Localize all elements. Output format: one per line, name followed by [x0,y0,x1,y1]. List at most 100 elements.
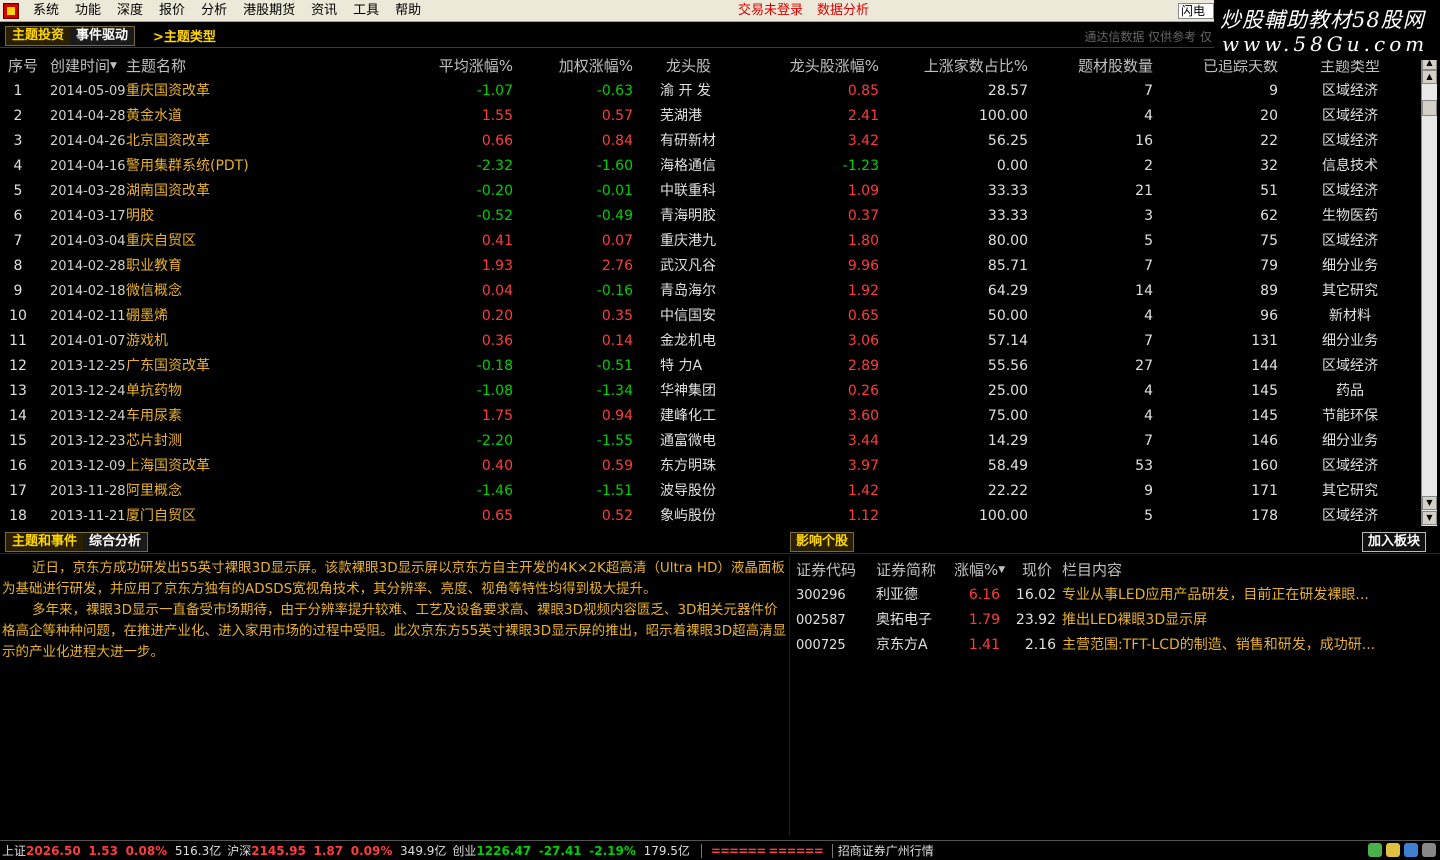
table-cell-leader-pct: 0.85 [847,83,879,99]
col-stock-price[interactable]: 现价 [1022,558,1066,583]
scroll-thumb[interactable] [1422,100,1437,116]
table-cell-count: 7 [1144,83,1153,99]
table-row[interactable]: 2 2014-04-28 黄金水道 1.55 0.57 芜湖港 2.41 100.00 4 20 区… [0,104,1420,129]
add-block-button[interactable]: 加入板块 [1362,532,1427,552]
table-row[interactable]: 4 2014-04-16 警用集群系统(PDT) -2.32 -1.60 海格通信 -1.2… [0,154,1420,179]
index-change: 1.53 [88,844,118,858]
table-cell-date: 2014-04-16 [50,159,126,174]
col-wavg[interactable]: 加权涨幅% [520,54,633,79]
menu-tools[interactable]: 工具 [345,0,387,22]
settings-icon[interactable] [1422,843,1436,857]
table-cell-leader: 金龙机电 [660,333,716,349]
table-cell-wavg: -0.16 [596,283,633,299]
table-cell-avg: -1.46 [476,483,513,499]
col-date[interactable]: 创建时间▼ [50,54,120,79]
table-cell-type: 其它研究 [1322,283,1378,299]
table-row[interactable]: 3 2014-04-26 北京国资改革 0.66 0.84 有研新材 3.42 56.25 16… [0,129,1420,154]
stock-row[interactable]: 300296 利亚德 6.16 16.02 专业从事LED应用产品研发，目前正在研发裸眼… [790,583,1430,608]
table-row[interactable]: 13 2013-12-24 单抗药物 -1.08 -1.34 华神集团 0.26 25.00 4… [0,379,1420,404]
table-row[interactable]: 10 2014-02-11 硼墨烯 0.20 0.35 中信国安 0.65 50.00 4 96 新… [0,304,1420,329]
table-cell-days: 20 [1260,108,1278,124]
table-cell-ratio: 56.25 [987,133,1028,149]
message-icon[interactable] [1404,843,1418,857]
col-seq[interactable]: 序号 [8,54,40,79]
table-cell-count: 53 [1135,458,1153,474]
app-logo-icon[interactable] [3,2,19,19]
table-cell-leader: 海格通信 [660,158,716,174]
col-stock-name[interactable]: 证券简称 [876,558,956,583]
col-stock-pct-label: 涨幅% [954,561,999,579]
table-cell-date: 2014-02-28 [50,259,126,274]
col-ratio[interactable]: 上涨家数占比% [900,54,1028,79]
index-chinext[interactable]: 创业1226.47 -27.41 -2.19% 179.5亿 [452,842,690,859]
tab-comprehensive-analysis[interactable]: 综合分析 [83,533,148,551]
scroll-bottom-icon[interactable]: ▼ [1422,496,1437,510]
col-leader-pct[interactable]: 龙头股涨幅% [760,54,879,79]
table-cell-name: 明胶 [126,208,154,224]
menu-system[interactable]: 系统 [25,0,67,22]
table-cell-ratio: 33.33 [987,208,1028,224]
col-avg[interactable]: 平均涨幅% [390,54,513,79]
table-row[interactable]: 7 2014-03-04 重庆自贸区 0.41 0.07 重庆港九 1.80 80.00 5 75… [0,229,1420,254]
menu-quote[interactable]: 报价 [151,0,193,22]
lower-tab-bar: 主题和事件 综合分析 影响个股 加入板块 [0,530,1440,554]
table-row[interactable]: 11 2014-01-07 游戏机 0.36 0.14 金龙机电 3.06 57.14 7 131… [0,329,1420,354]
table-cell-leader: 重庆港九 [660,233,716,249]
table-scrollbar[interactable]: ▲ ▲ ▼ ▼ [1421,56,1437,526]
trade-login-link[interactable]: 交易未登录 [738,0,803,22]
index-shanghai[interactable]: 上证2026.50 1.53 0.08% 516.3亿 [2,842,221,859]
table-row[interactable]: 8 2014-02-28 职业教育 1.93 2.76 武汉凡谷 9.96 85.71 7 79 细… [0,254,1420,279]
data-analysis-link[interactable]: 数据分析 [817,0,869,22]
table-row[interactable]: 1 2014-05-09 重庆国资改革 -1.07 -0.63 渝 开 发 0.85 28.5… [0,79,1420,104]
table-cell-wavg: 0.94 [601,408,633,424]
table-cell-seq: 17 [9,483,27,499]
tab-event-driven[interactable]: 事件驱动 [70,26,135,45]
menu-help[interactable]: 帮助 [387,0,429,22]
table-row[interactable]: 5 2014-03-28 湖南国资改革 -0.20 -0.01 中联重科 1.09 33.33… [0,179,1420,204]
menu-function[interactable]: 功能 [67,0,109,22]
table-cell-name: 湖南国资改革 [126,183,210,199]
tab-influence-stocks[interactable]: 影响个股 [790,532,855,552]
table-row[interactable]: 14 2013-12-24 车用尿素 1.75 0.94 建峰化工 3.60 75.00 4 14… [0,404,1420,429]
menu-hk-futures[interactable]: 港股期货 [235,0,303,22]
table-row[interactable]: 17 2013-11-28 阿里概念 -1.46 -1.51 波导股份 1.42 22.22 9… [0,479,1420,504]
index-label: 沪深 [227,844,252,858]
menu-analysis[interactable]: 分析 [193,0,235,22]
col-stock-pct[interactable]: 涨幅%▼ [954,558,1005,583]
table-cell-wavg: 0.35 [601,308,633,324]
table-cell-count: 4 [1144,108,1153,124]
index-pct: -2.19% [589,844,636,858]
table-cell-leader: 华神集团 [660,383,716,399]
table-row[interactable]: 12 2013-12-25 广东国资改革 -0.18 -0.51 特 力A 2.89 55.5… [0,354,1420,379]
col-name[interactable]: 主题名称 [126,54,356,79]
tab-theme-event[interactable]: 主题和事件 [6,533,84,551]
col-stock-desc[interactable]: 栏目内容 [1062,558,1412,583]
index-amount: 516.3亿 [174,844,222,858]
table-row[interactable]: 16 2013-12-09 上海国资改革 0.40 0.59 东方明珠 3.97 58.49 5… [0,454,1420,479]
index-hushen[interactable]: 沪深2145.95 1.87 0.09% 349.9亿 [227,842,446,859]
flash-trade-button[interactable]: 闪电手 [1178,3,1214,19]
connection-icon[interactable] [1368,843,1382,857]
menu-news[interactable]: 资讯 [303,0,345,22]
scroll-top-icon[interactable]: ▲ [1422,70,1437,84]
table-cell-type: 细分业务 [1322,258,1378,274]
menu-depth[interactable]: 深度 [109,0,151,22]
table-cell-leader-pct: 0.65 [847,308,879,324]
stock-cell-price: 23.92 [1015,612,1056,628]
alert-icon[interactable] [1386,843,1400,857]
table-row[interactable]: 6 2014-03-17 明胶 -0.52 -0.49 青海明胶 0.37 33.33 3 62 生… [0,204,1420,229]
broker-label[interactable]: 招商证券广州行情 [838,842,934,859]
col-leader[interactable]: 龙头股 [666,54,756,79]
tab-theme-type[interactable]: >主题类型 [153,26,216,45]
table-row[interactable]: 18 2013-11-21 厦门自贸区 0.65 0.52 象屿股份 1.12 100.00 5… [0,504,1420,529]
table-cell-avg: -0.52 [476,208,513,224]
tab-theme-invest[interactable]: 主题投资 [6,26,71,45]
scroll-down-icon[interactable]: ▼ [1422,511,1437,525]
col-count[interactable]: 题材股数量 [1060,54,1153,79]
table-row[interactable]: 15 2013-12-23 芯片封测 -2.20 -1.55 通富微电 3.44 14.29 7… [0,429,1420,454]
stock-row[interactable]: 000725 京东方A 1.41 2.16 主营范围:TFT-LCD的制造、销售和研发，… [790,633,1430,658]
col-stock-code[interactable]: 证券代码 [796,558,866,583]
table-cell-leader: 青海明胶 [660,208,716,224]
table-row[interactable]: 9 2014-02-18 微信概念 0.04 -0.16 青岛海尔 1.92 64.29 14 8… [0,279,1420,304]
stock-row[interactable]: 002587 奥拓电子 1.79 23.92 推出LED裸眼3D显示屏 [790,608,1430,633]
